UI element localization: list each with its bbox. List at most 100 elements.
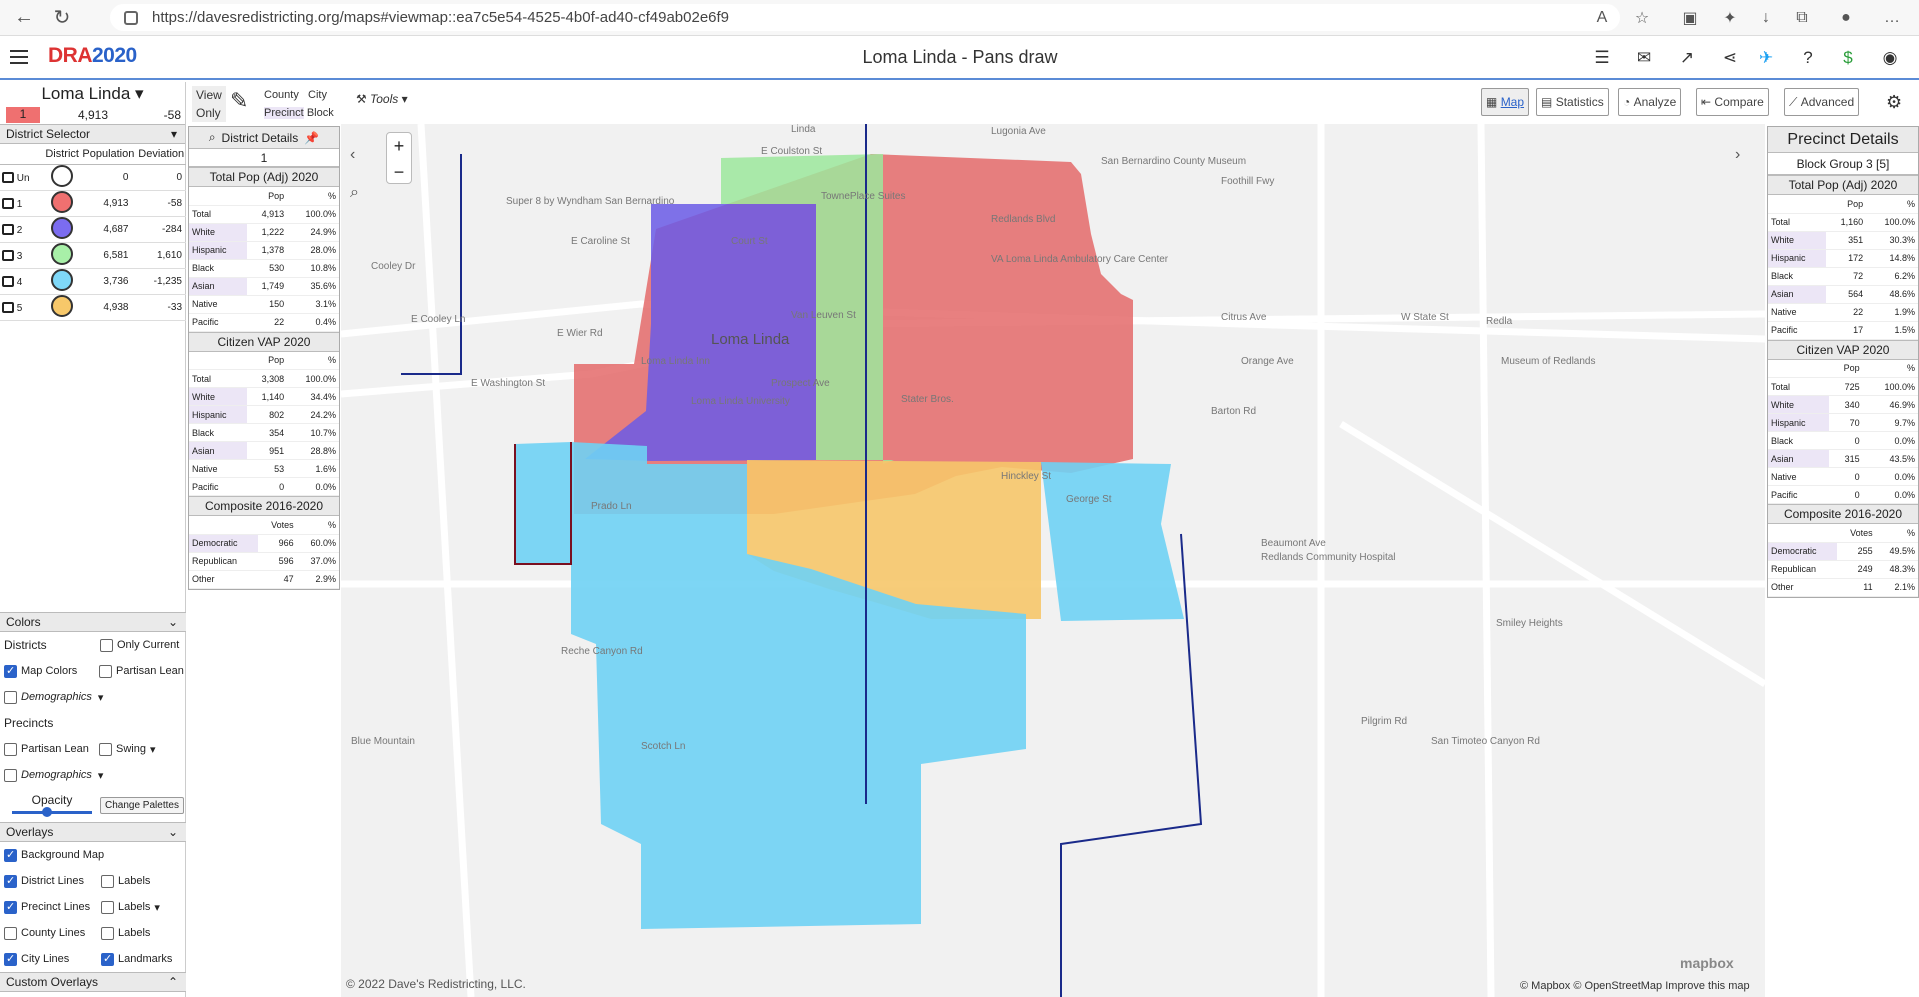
account-icon[interactable]: ◉ bbox=[1878, 46, 1902, 70]
district-4-region-east[interactable] bbox=[1041, 462, 1184, 621]
statistics-button[interactable]: ▤ Statistics bbox=[1536, 88, 1609, 116]
stat-value: 1,160 bbox=[1825, 213, 1867, 232]
paintbrush-icon[interactable]: ✎ bbox=[230, 88, 248, 114]
lock-icon[interactable] bbox=[2, 250, 14, 261]
swing-checkbox[interactable] bbox=[99, 742, 112, 756]
downloads-icon[interactable]: ↓ bbox=[1754, 6, 1778, 30]
demographics-dropdown-icon[interactable]: ▾ bbox=[98, 691, 104, 704]
district-color-swatch[interactable] bbox=[51, 190, 74, 213]
analyze-button[interactable]: ◔ Analyze bbox=[1618, 88, 1682, 116]
stat-header-row: Votes% bbox=[189, 516, 339, 535]
district-row[interactable]: Un 0 0 bbox=[0, 164, 186, 191]
district-row[interactable]: 5 4,938 -33 bbox=[0, 294, 186, 321]
donate-icon[interactable]: $ bbox=[1836, 46, 1860, 70]
stat-value: 596 bbox=[258, 552, 297, 571]
precinct-labels-checkbox[interactable] bbox=[101, 900, 114, 914]
map-collapse-right-icon[interactable]: › bbox=[1735, 146, 1740, 164]
background-map-checkbox[interactable] bbox=[4, 848, 17, 862]
collections-icon[interactable]: ⧉ bbox=[1790, 6, 1814, 30]
precinct-demographics-dropdown-icon[interactable]: ▾ bbox=[98, 769, 104, 782]
search-icon[interactable]: ⌕ bbox=[209, 130, 216, 145]
precinct-lines-checkbox[interactable] bbox=[4, 900, 17, 914]
comment-icon[interactable]: ✉ bbox=[1632, 46, 1656, 70]
zoom-out-button[interactable]: − bbox=[387, 159, 411, 185]
lock-icon[interactable] bbox=[2, 172, 14, 183]
back-icon[interactable]: ← bbox=[10, 4, 38, 32]
view-only-toggle[interactable]: View Only bbox=[192, 86, 226, 122]
county-labels-checkbox[interactable] bbox=[101, 926, 114, 940]
custom-overlays-header[interactable]: Custom Overlays ⌃ bbox=[0, 972, 186, 992]
district-color-swatch[interactable] bbox=[51, 294, 74, 317]
extension-icon[interactable]: ▣ bbox=[1678, 6, 1702, 30]
refresh-icon[interactable]: ↻ bbox=[48, 4, 76, 32]
lock-icon[interactable] bbox=[2, 198, 14, 209]
precinct-lines-label: Precinct Lines bbox=[21, 901, 91, 913]
district-row[interactable]: 3 6,581 1,610 bbox=[0, 242, 186, 269]
block-option[interactable]: Block bbox=[307, 107, 334, 119]
partisan-lean-checkbox[interactable] bbox=[99, 664, 112, 678]
zoom-in-button[interactable]: + bbox=[387, 133, 411, 159]
stat-row: Democratic 255 49.5% bbox=[1768, 542, 1918, 561]
lock-icon[interactable] bbox=[2, 302, 14, 313]
stat-pct: 24.9% bbox=[287, 223, 339, 242]
favorites-icon[interactable]: ☆ bbox=[1630, 6, 1654, 30]
map-colors-checkbox[interactable] bbox=[4, 664, 17, 678]
district-color-swatch[interactable] bbox=[51, 268, 74, 291]
expand-icon[interactable]: ↗ bbox=[1675, 46, 1699, 70]
overlays-header[interactable]: Overlays ⌄ bbox=[0, 822, 186, 842]
list-icon[interactable]: ☰ bbox=[1590, 46, 1614, 70]
map-collapse-left-icon[interactable]: ‹ bbox=[350, 146, 355, 164]
zoom-search-icon[interactable]: ⌕ bbox=[350, 184, 359, 202]
precinct-option[interactable]: Precinct bbox=[264, 107, 304, 119]
district-map-name[interactable]: Loma Linda ▾ bbox=[0, 82, 185, 106]
city-option[interactable]: City bbox=[308, 89, 327, 101]
stat-pct: 1.5% bbox=[1866, 321, 1918, 340]
precinct-demographics-checkbox[interactable] bbox=[4, 768, 17, 782]
dra-logo[interactable]: DRA2020 bbox=[48, 44, 137, 68]
landmarks-checkbox[interactable] bbox=[101, 952, 114, 966]
city-lines-checkbox[interactable] bbox=[4, 952, 17, 966]
compare-button[interactable]: ⇤ Compare bbox=[1696, 88, 1769, 116]
tools-menu[interactable]: ⚒ Tools ▾ bbox=[356, 92, 408, 106]
district-selector-header[interactable]: District Selector ▾ bbox=[0, 124, 185, 144]
twitter-icon[interactable]: ✈ bbox=[1754, 46, 1778, 70]
puzzle-icon[interactable]: ✦ bbox=[1718, 6, 1742, 30]
menu-icon[interactable] bbox=[10, 50, 28, 64]
advanced-button[interactable]: ⟋ Advanced bbox=[1784, 88, 1860, 116]
share-icon[interactable]: ⋖ bbox=[1718, 46, 1742, 70]
precinct-partisan-lean-checkbox[interactable] bbox=[4, 742, 17, 756]
only-current-checkbox[interactable] bbox=[100, 638, 113, 652]
district-row[interactable]: 4 3,736 -1,235 bbox=[0, 268, 186, 295]
profile-icon[interactable]: ● bbox=[1834, 6, 1858, 30]
map-view-button[interactable]: ▦ Map bbox=[1481, 88, 1530, 116]
district-row[interactable]: 2 4,687 -284 bbox=[0, 216, 186, 243]
opacity-slider[interactable] bbox=[12, 806, 92, 817]
district-labels-checkbox[interactable] bbox=[101, 874, 114, 888]
read-aloud-icon[interactable]: A bbox=[1590, 6, 1614, 30]
more-icon[interactable]: … bbox=[1880, 6, 1904, 30]
map-label: Loma Linda University bbox=[691, 396, 790, 407]
district-color-swatch[interactable] bbox=[51, 242, 74, 265]
lock-icon[interactable] bbox=[2, 276, 14, 287]
pin-icon[interactable]: 📌 bbox=[304, 131, 319, 145]
mapbox-logo[interactable]: mapbox bbox=[1680, 955, 1734, 971]
district-map[interactable]: Linda Lugonia Ave E Coulston St San Bernard… bbox=[341, 124, 1765, 997]
district-row[interactable]: 1 4,913 -58 bbox=[0, 190, 186, 217]
colors-header[interactable]: Colors ⌄ bbox=[0, 612, 186, 632]
district-color-swatch[interactable] bbox=[51, 164, 74, 187]
address-bar[interactable]: https://davesredistricting.org/maps#view… bbox=[110, 4, 1620, 31]
swing-dropdown-icon[interactable]: ▾ bbox=[150, 743, 156, 756]
stat-col-pct: % bbox=[1862, 359, 1918, 378]
county-option[interactable]: County bbox=[264, 89, 299, 101]
district-color-swatch[interactable] bbox=[51, 216, 74, 239]
map-attribution[interactable]: © Mapbox © OpenStreetMap Improve this ma… bbox=[1520, 980, 1750, 992]
settings-icon[interactable]: ⚙ bbox=[1886, 92, 1902, 113]
lock-icon[interactable] bbox=[2, 224, 14, 235]
demographics-checkbox[interactable] bbox=[4, 690, 17, 704]
precinct-labels-dropdown-icon[interactable]: ▾ bbox=[154, 901, 160, 914]
help-icon[interactable]: ? bbox=[1796, 46, 1820, 70]
change-palettes-button[interactable]: Change Palettes bbox=[100, 796, 184, 814]
stat-row: Black 354 10.7% bbox=[189, 423, 339, 442]
district-lines-checkbox[interactable] bbox=[4, 874, 17, 888]
county-lines-checkbox[interactable] bbox=[4, 926, 17, 940]
